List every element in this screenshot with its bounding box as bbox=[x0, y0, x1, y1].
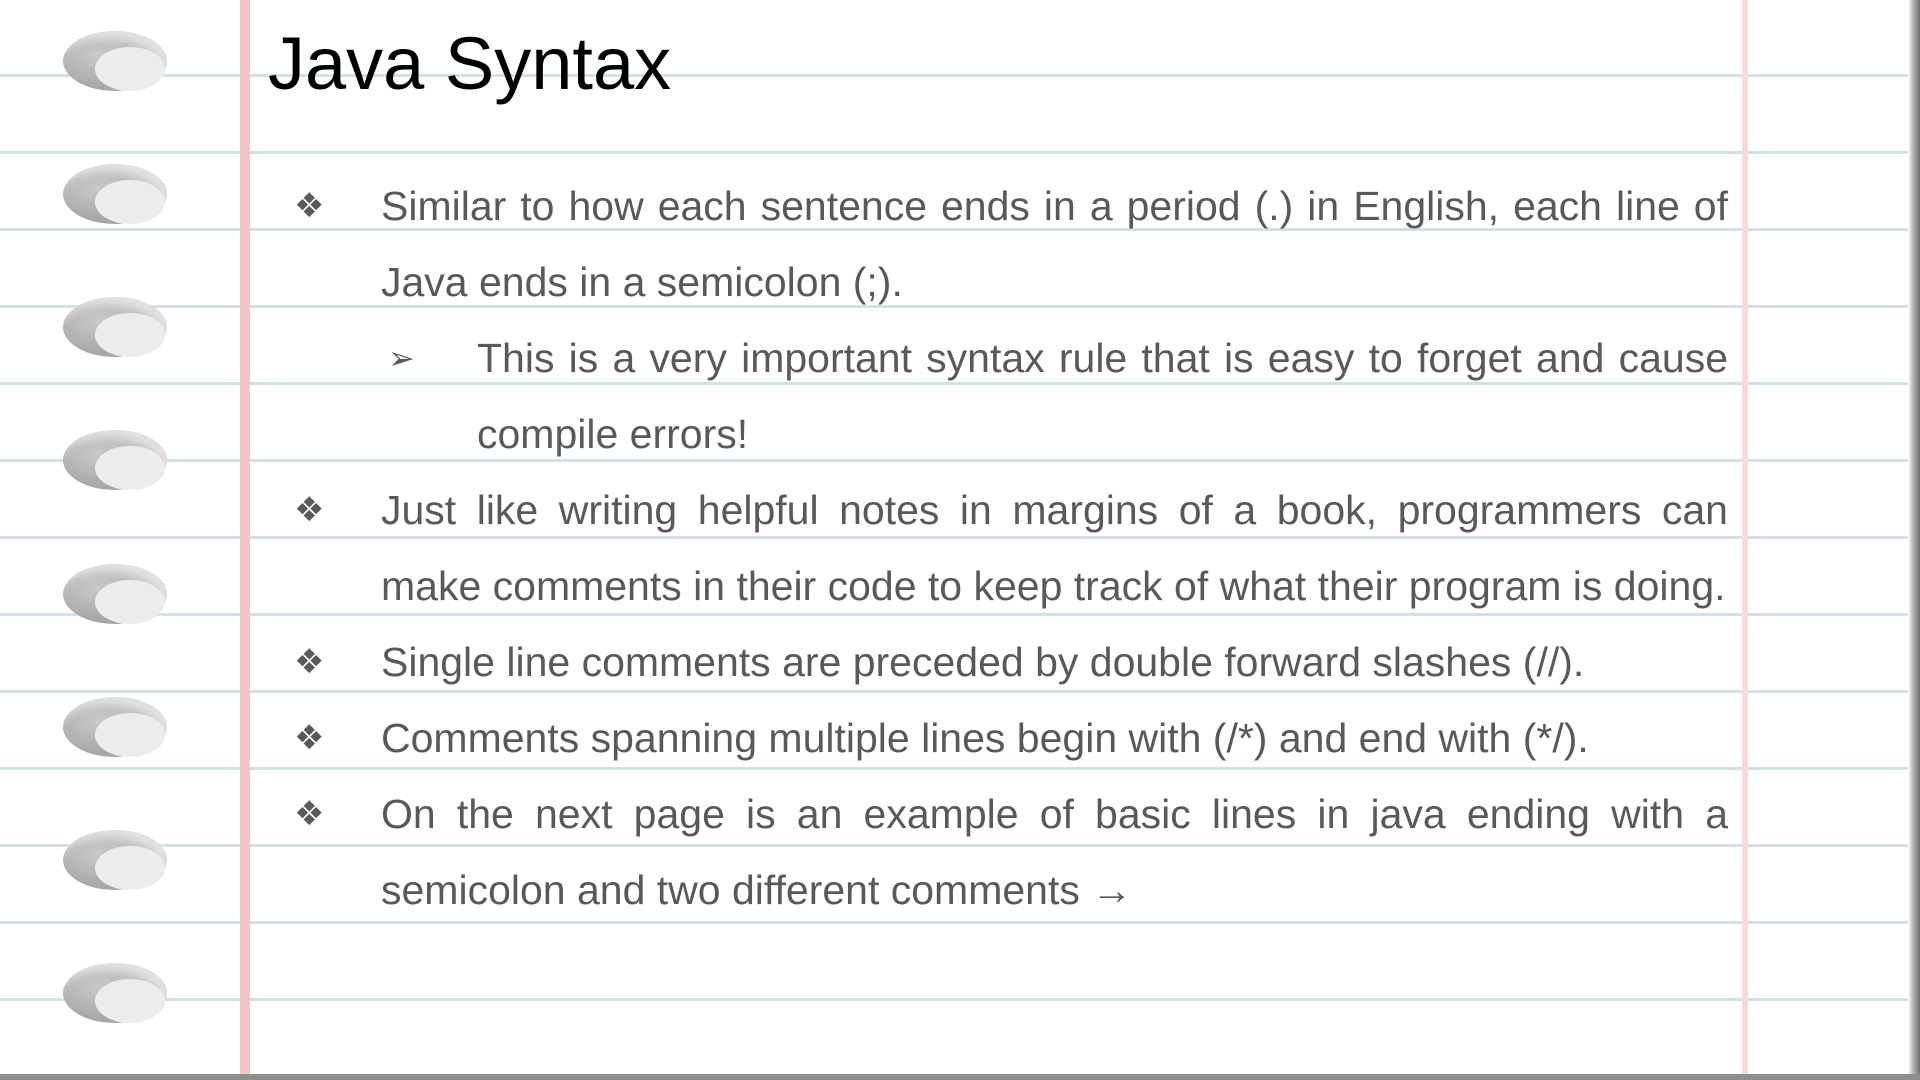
notebook-slide: Java Syntax ❖ Similar to how each senten… bbox=[0, 0, 1920, 1080]
diamond-bullet-icon: ❖ bbox=[294, 490, 325, 530]
paper-edge-right bbox=[1908, 0, 1920, 1080]
bullet-text: Similar to how each sentence ends in a p… bbox=[381, 183, 1728, 305]
binder-hole-icon bbox=[63, 297, 167, 357]
bullet-item: ❖ Single line comments are preceded by d… bbox=[292, 624, 1728, 700]
binder-hole-icon bbox=[63, 31, 167, 91]
diamond-bullet-icon: ❖ bbox=[294, 642, 325, 682]
binder-hole-icon bbox=[63, 830, 167, 890]
bullet-list: ❖ Similar to how each sentence ends in a… bbox=[292, 168, 1728, 928]
bullet-item: ❖ Just like writing helpful notes in mar… bbox=[292, 472, 1728, 624]
bullet-text: Just like writing helpful notes in margi… bbox=[381, 487, 1728, 609]
binder-hole-icon bbox=[63, 697, 167, 757]
diamond-bullet-icon: ❖ bbox=[294, 794, 325, 834]
diamond-bullet-icon: ❖ bbox=[294, 718, 325, 758]
bullet-item: ❖ Similar to how each sentence ends in a… bbox=[292, 168, 1728, 320]
bullet-item: ❖ Comments spanning multiple lines begin… bbox=[292, 700, 1728, 776]
bullet-text: Single line comments are preceded by dou… bbox=[381, 639, 1585, 685]
bullet-text: On the next page is an example of basic … bbox=[381, 791, 1728, 913]
slide-title: Java Syntax bbox=[268, 22, 672, 105]
binder-hole-icon bbox=[63, 430, 167, 490]
red-margin-line bbox=[240, 0, 250, 1080]
binder-hole-icon bbox=[63, 164, 167, 224]
diamond-bullet-icon: ❖ bbox=[294, 186, 325, 226]
arrowhead-bullet-icon: ➢ bbox=[388, 339, 415, 377]
sub-bullet-item: ➢ This is a very important syntax rule t… bbox=[388, 320, 1728, 472]
sub-bullet-text: This is a very important syntax rule tha… bbox=[477, 335, 1728, 457]
binder-hole-icon bbox=[63, 564, 167, 624]
binder-holes bbox=[0, 0, 200, 1080]
right-margin-line bbox=[1742, 0, 1748, 1080]
binder-hole-icon bbox=[63, 963, 167, 1023]
paper-edge-bottom bbox=[0, 1074, 1920, 1080]
bullet-item: ❖ On the next page is an example of basi… bbox=[292, 776, 1728, 928]
bullet-text: Comments spanning multiple lines begin w… bbox=[381, 715, 1589, 761]
